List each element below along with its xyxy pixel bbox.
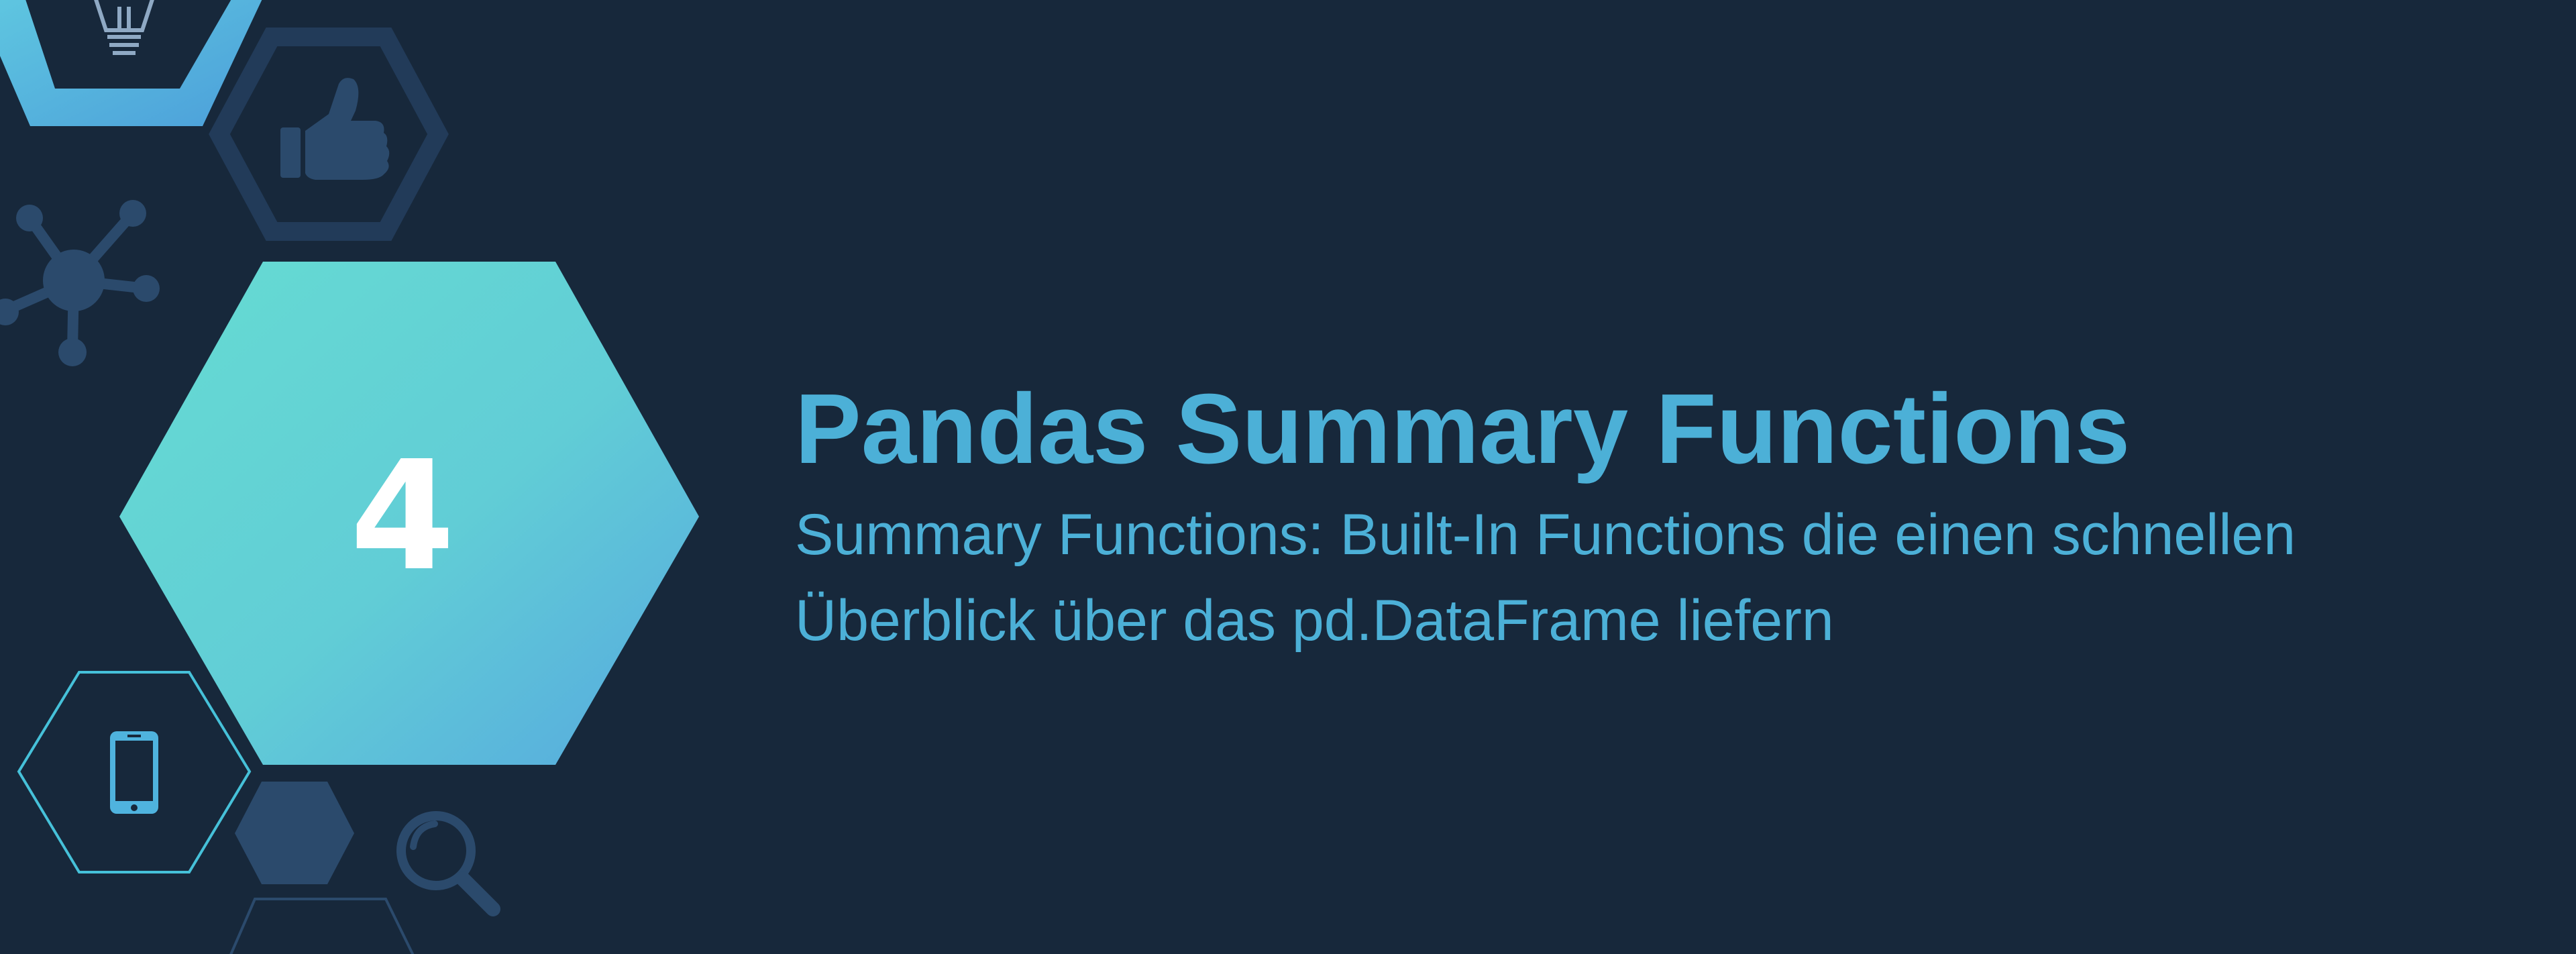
small-hexagon xyxy=(235,782,354,884)
section-number: 4 xyxy=(350,429,455,604)
slide-subtitle: Summary Functions: Built-In Functions di… xyxy=(795,492,2539,664)
network-icon xyxy=(0,200,160,366)
smartphone-icon xyxy=(110,731,158,814)
thumbs-up-icon xyxy=(280,78,390,180)
subtitle-line-1: Summary Functions: Built-In Functions di… xyxy=(795,502,2296,567)
thumbs-up-hexagon xyxy=(209,28,449,241)
slide: 4 Pandas Summary Functions Summary Funct… xyxy=(0,0,2576,954)
magnifier-icon xyxy=(396,811,500,916)
slide-title: Pandas Summary Functions xyxy=(795,374,2131,484)
title-block: Pandas Summary Functions Summary Functio… xyxy=(795,372,2539,664)
bottom-hexagon-outline xyxy=(229,898,415,954)
subtitle-line-2: Überblick über das pd.DataFrame liefern xyxy=(795,588,1834,653)
smartphone-hexagon xyxy=(17,671,252,873)
